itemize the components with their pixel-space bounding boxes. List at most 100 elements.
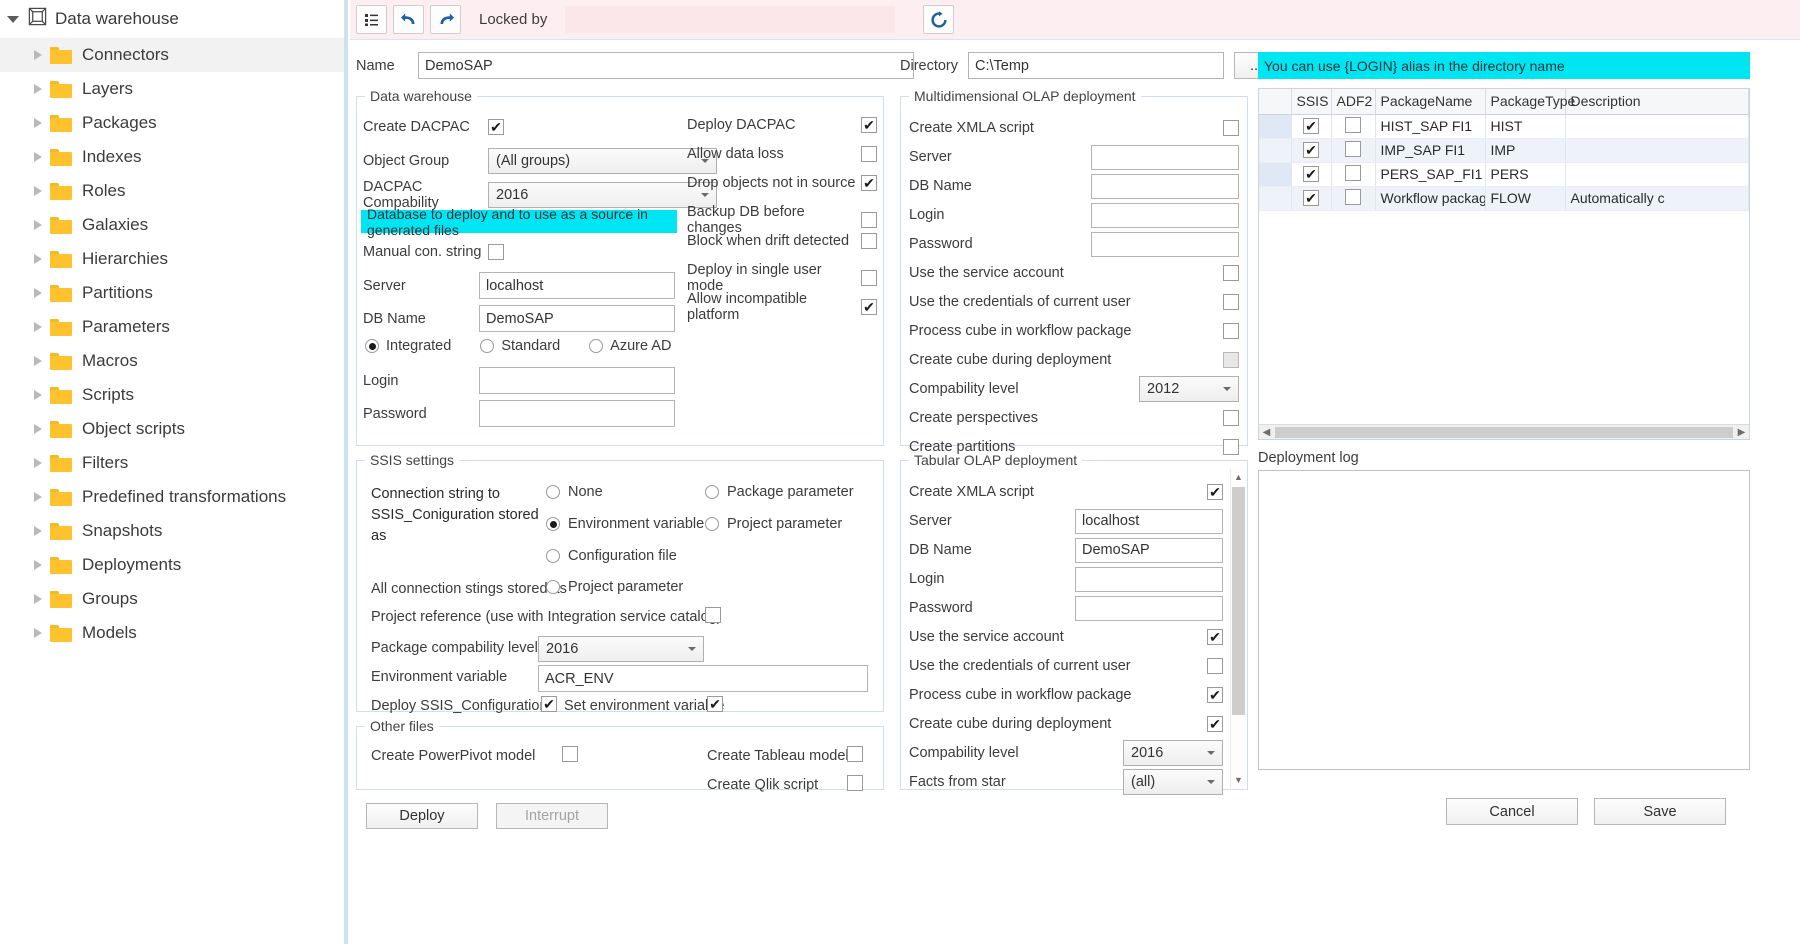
dw-server-input[interactable] xyxy=(479,272,675,299)
dacpac-compability-select[interactable]: 2016 xyxy=(488,182,717,208)
sidebar-item-packages[interactable]: Packages xyxy=(0,106,344,140)
column-header-ssis[interactable]: SSIS xyxy=(1291,89,1331,114)
tabular-checkbox-use-the-service-account[interactable] xyxy=(1207,629,1223,645)
cell-ssis[interactable] xyxy=(1291,138,1331,162)
undo-icon[interactable] xyxy=(393,5,424,34)
tabular-select-facts-from-star[interactable]: (all) xyxy=(1123,769,1223,795)
dw-option-checkbox[interactable] xyxy=(861,212,877,228)
sidebar-item-predefined-transformations[interactable]: Predefined transformations xyxy=(0,480,344,514)
adf2-checkbox[interactable] xyxy=(1345,141,1361,157)
tabular-checkbox-use-the-credentials-of-current-user[interactable] xyxy=(1207,658,1223,674)
create-tableau-checkbox[interactable] xyxy=(847,746,863,762)
tabular-checkbox-create-xmla-script[interactable] xyxy=(1207,484,1223,500)
auth-standard-radio[interactable] xyxy=(480,339,494,353)
sidebar-item-object-scripts[interactable]: Object scripts xyxy=(0,412,344,446)
column-header-packagetype[interactable]: PackageType xyxy=(1485,89,1565,114)
dw-password-input[interactable] xyxy=(479,400,675,427)
dw-option-backup-db-before-changes[interactable]: Backup DB before changes xyxy=(687,204,877,236)
multidim-checkbox-create-perspectives[interactable] xyxy=(1223,410,1239,426)
expand-icon[interactable] xyxy=(34,186,42,196)
dw-option-checkbox[interactable] xyxy=(861,175,877,191)
ssis-radio-envvar-input[interactable] xyxy=(546,517,560,531)
sidebar-item-filters[interactable]: Filters xyxy=(0,446,344,480)
ssis-checkbox[interactable] xyxy=(1303,118,1319,134)
ssis-radio-pkgparam-input[interactable] xyxy=(705,485,719,499)
set-environment-variable-checkbox[interactable] xyxy=(707,696,723,712)
ssis-checkbox[interactable] xyxy=(1303,190,1319,206)
adf2-checkbox[interactable] xyxy=(1345,165,1361,181)
ssis-radio-none[interactable]: None xyxy=(546,484,603,500)
expand-icon[interactable] xyxy=(34,254,42,264)
expand-icon[interactable] xyxy=(34,50,42,60)
multidim-select-compability-level[interactable]: 2012 xyxy=(1139,376,1239,402)
all-conn-projparam-input[interactable] xyxy=(546,580,560,594)
all-connection-strings-radio[interactable]: Project parameter xyxy=(546,579,683,595)
package-grid-hscrollbar[interactable]: ◀ ▶ xyxy=(1259,424,1749,439)
adf2-checkbox[interactable] xyxy=(1345,117,1361,133)
multidim-input-server[interactable] xyxy=(1091,145,1239,170)
expand-icon[interactable] xyxy=(34,288,42,298)
column-header-select[interactable] xyxy=(1259,89,1291,114)
expand-icon[interactable] xyxy=(34,84,42,94)
multidim-input-password[interactable] xyxy=(1091,232,1239,257)
cell-ssis[interactable] xyxy=(1291,186,1331,210)
row-selector-cell[interactable] xyxy=(1259,114,1291,138)
cell-ssis[interactable] xyxy=(1291,162,1331,186)
cell-adf2[interactable] xyxy=(1331,162,1375,186)
list-icon[interactable] xyxy=(356,5,387,34)
deployment-log-textarea[interactable] xyxy=(1258,470,1750,770)
sidebar-item-indexes[interactable]: Indexes xyxy=(0,140,344,174)
dw-option-allow-data-loss[interactable]: Allow data loss xyxy=(687,146,877,162)
directory-input[interactable] xyxy=(968,52,1224,79)
multidim-checkbox-create-cube-during-deployment[interactable] xyxy=(1223,352,1239,368)
table-row[interactable]: IMP_SAP FI1IMP xyxy=(1259,138,1749,162)
row-selector-cell[interactable] xyxy=(1259,138,1291,162)
expand-icon[interactable] xyxy=(34,458,42,468)
sidebar-item-deployments[interactable]: Deployments xyxy=(0,548,344,582)
manual-con-string-checkbox[interactable] xyxy=(488,244,504,260)
expand-icon[interactable] xyxy=(34,526,42,536)
expand-icon[interactable] xyxy=(34,356,42,366)
tabular-checkbox-process-cube-in-workflow-package[interactable] xyxy=(1207,687,1223,703)
scroll-thumb[interactable] xyxy=(1232,487,1245,715)
tabular-scrollbar[interactable]: ▲ ▼ xyxy=(1230,469,1246,788)
dw-option-deploy-in-single-user-mode[interactable]: Deploy in single user mode xyxy=(687,262,877,294)
dw-option-drop-objects-not-in-source[interactable]: Drop objects not in source xyxy=(687,175,877,191)
dw-option-checkbox[interactable] xyxy=(861,299,877,315)
ssis-radio-none-input[interactable] xyxy=(546,485,560,499)
object-group-select[interactable]: (All groups) xyxy=(488,148,717,174)
sidebar-item-layers[interactable]: Layers xyxy=(0,72,344,106)
column-header-description[interactable]: Description xyxy=(1565,89,1749,114)
environment-variable-input[interactable] xyxy=(538,665,868,692)
sidebar-item-snapshots[interactable]: Snapshots xyxy=(0,514,344,548)
cell-adf2[interactable] xyxy=(1331,138,1375,162)
ssis-radio-project-parameter[interactable]: Project parameter xyxy=(705,516,842,532)
ssis-checkbox[interactable] xyxy=(1303,142,1319,158)
adf2-checkbox[interactable] xyxy=(1345,189,1361,205)
sidebar-item-connectors[interactable]: Connectors xyxy=(0,38,344,72)
ssis-radio-environment-variable[interactable]: Environment variable xyxy=(546,516,704,532)
hscroll-thumb[interactable] xyxy=(1275,427,1733,438)
save-button[interactable]: Save xyxy=(1594,798,1726,825)
sidebar-item-parameters[interactable]: Parameters xyxy=(0,310,344,344)
tabular-select-compability-level[interactable]: 2016 xyxy=(1123,740,1223,766)
project-reference-checkbox[interactable] xyxy=(705,607,721,623)
tabular-input-password[interactable] xyxy=(1075,596,1223,621)
deploy-button[interactable]: Deploy xyxy=(366,803,478,829)
scroll-up-icon[interactable]: ▲ xyxy=(1231,469,1246,485)
create-powerpivot-checkbox[interactable] xyxy=(562,746,578,762)
sidebar-item-hierarchies[interactable]: Hierarchies xyxy=(0,242,344,276)
package-compability-select[interactable]: 2016 xyxy=(538,636,704,662)
cell-adf2[interactable] xyxy=(1331,186,1375,210)
table-row[interactable]: PERS_SAP_FI1PERS xyxy=(1259,162,1749,186)
column-header-packagename[interactable]: PackageName xyxy=(1375,89,1485,114)
sidebar-item-roles[interactable]: Roles xyxy=(0,174,344,208)
multidim-checkbox-use-the-service-account[interactable] xyxy=(1223,265,1239,281)
expand-collapse-icon[interactable] xyxy=(6,16,20,23)
package-grid[interactable]: SSISADF2PackageNamePackageTypeDescriptio… xyxy=(1258,88,1750,440)
cell-ssis[interactable] xyxy=(1291,114,1331,138)
sidebar-item-macros[interactable]: Macros xyxy=(0,344,344,378)
dw-option-block-when-drift-detected[interactable]: Block when drift detected xyxy=(687,233,877,249)
ssis-radio-cfgfile-input[interactable] xyxy=(546,549,560,563)
expand-icon[interactable] xyxy=(34,628,42,638)
